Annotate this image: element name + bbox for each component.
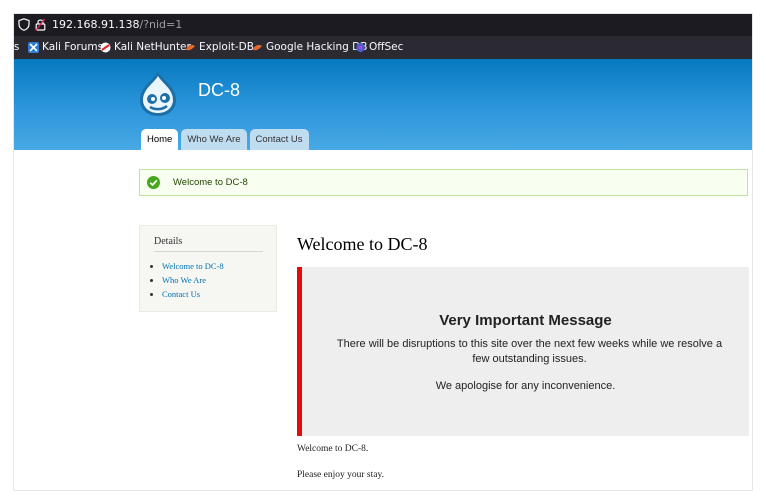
bookmark-label: Exploit-DB: [199, 41, 254, 53]
offsec-icon: [356, 42, 365, 52]
lock-warning-icon[interactable]: [35, 18, 46, 31]
page-title: Welcome to DC-8: [297, 234, 428, 254]
bookmark-google-hacking-db[interactable]: Google Hacking DB: [252, 41, 367, 53]
bookmark-kali-forums[interactable]: Kali Forums: [28, 41, 103, 53]
block-divider: [154, 251, 263, 252]
nethunter-icon: [100, 42, 111, 52]
sidebar-details-block: Details Welcome to DC-8 Who We Are Conta…: [139, 225, 277, 312]
tab-contact-us[interactable]: Contact Us: [249, 129, 309, 150]
bookmarks-toolbar: ls Kali Forums Kali NetHunter Exploit-DB: [14, 36, 752, 59]
url-bar[interactable]: 192.168.91.138/?nid=1: [14, 14, 752, 36]
bookmark-offsec[interactable]: OffSec: [355, 41, 403, 53]
body-paragraph-enjoy: Please enjoy your stay.: [297, 470, 384, 480]
bookmark-label: Kali NetHunter: [114, 41, 191, 53]
exploit-db-icon: [186, 44, 195, 50]
notice-heading: Very Important Message: [439, 312, 612, 329]
sidebar-link-contact-us[interactable]: Contact Us: [162, 289, 200, 299]
site-header: DC-8 Home Who We Are Contact Us: [14, 59, 752, 150]
main-menu-tabs: Home Who We Are Contact Us: [141, 129, 309, 150]
sidebar-links: Welcome to DC-8 Who We Are Contact Us: [154, 259, 224, 301]
notice-body: There will be disruptions to this site o…: [336, 338, 723, 365]
bookmark-label: Kali Forums: [42, 41, 104, 53]
url-text[interactable]: 192.168.91.138/?nid=1: [52, 18, 182, 31]
body-paragraph-welcome: Welcome to DC-8.: [297, 444, 369, 454]
url-host: 192.168.91.138: [52, 18, 140, 31]
site-name-link[interactable]: DC-8: [198, 80, 240, 101]
bookmark-kali-nethunter[interactable]: Kali NetHunter: [100, 41, 191, 53]
bookmark-label: ls: [14, 41, 20, 53]
check-circle-icon: [147, 176, 160, 189]
important-notice: Very Important Message There will be dis…: [297, 267, 749, 436]
sidebar-link-who-we-are[interactable]: Who We Are: [162, 275, 206, 285]
sidebar-link-welcome[interactable]: Welcome to DC-8: [162, 261, 224, 271]
list-item: Welcome to DC-8: [162, 259, 224, 273]
tab-who-we-are[interactable]: Who We Are: [181, 129, 247, 150]
list-item: Contact Us: [162, 287, 224, 301]
tab-home[interactable]: Home: [141, 129, 179, 150]
block-title: Details: [154, 236, 183, 247]
kali-forums-icon: [28, 41, 39, 53]
notice-apology: We apologise for any inconvenience.: [435, 380, 616, 392]
status-text: Welcome to DC-8: [173, 177, 248, 188]
bookmark-label: Google Hacking DB: [266, 41, 368, 53]
bookmark-label: OffSec: [369, 41, 404, 53]
drupal-drop-icon[interactable]: [137, 71, 179, 117]
shield-icon[interactable]: [18, 18, 30, 31]
browser-window: 192.168.91.138/?nid=1 ls Kali Forums Kal…: [14, 14, 752, 490]
bookmark-kali[interactable]: ls: [14, 41, 19, 53]
bookmark-exploit-db[interactable]: Exploit-DB: [185, 41, 254, 53]
url-path: /?nid=1: [139, 18, 183, 31]
ghdb-icon: [253, 44, 262, 50]
list-item: Who We Are: [162, 273, 224, 287]
status-message: Welcome to DC-8: [139, 169, 748, 196]
